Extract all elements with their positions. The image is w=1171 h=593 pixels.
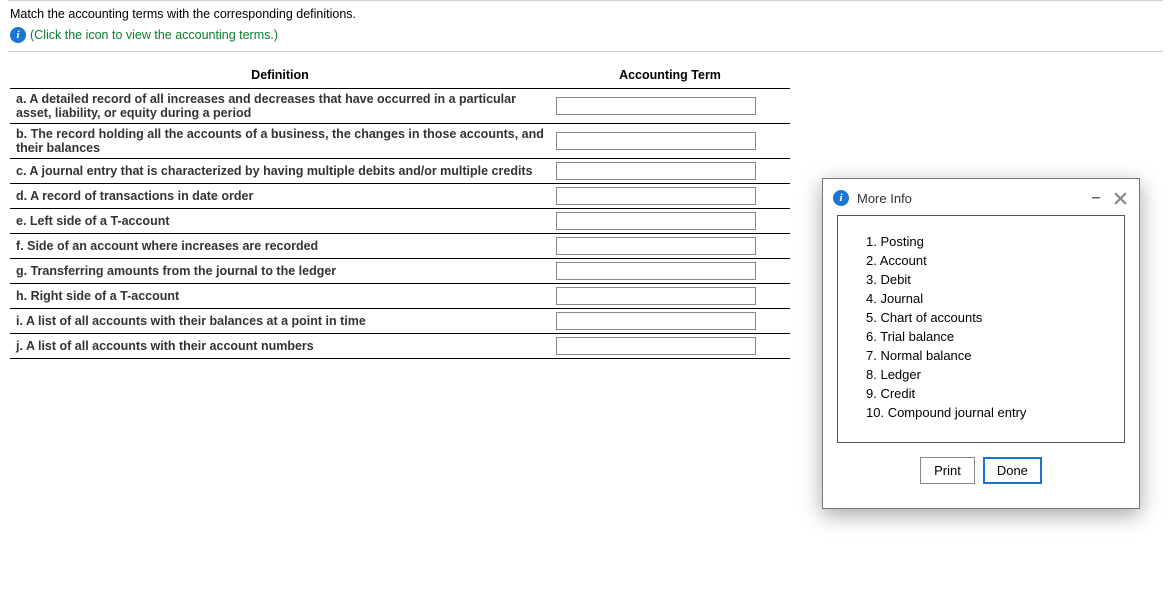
list-item: 2. Account (866, 251, 1096, 270)
term-input-c[interactable] (556, 162, 756, 180)
list-item: 6. Trial balance (866, 327, 1096, 346)
term-input-a[interactable] (556, 97, 756, 115)
instruction-text: Match the accounting terms with the corr… (10, 7, 1161, 21)
table-row: i. A list of all accounts with their bal… (10, 309, 790, 334)
definition-cell: d. A record of transactions in date orde… (10, 184, 550, 209)
definition-cell: e. Left side of a T-account (10, 209, 550, 234)
list-item: 3. Debit (866, 270, 1096, 289)
term-input-j[interactable] (556, 337, 756, 355)
definition-cell: i. A list of all accounts with their bal… (10, 309, 550, 334)
print-button[interactable]: Print (920, 457, 975, 484)
list-item: 1. Posting (866, 232, 1096, 251)
definition-cell: g. Transferring amounts from the journal… (10, 259, 550, 284)
hint-text[interactable]: (Click the icon to view the accounting t… (30, 28, 278, 42)
table-row: h. Right side of a T-account (10, 284, 790, 309)
table-row: g. Transferring amounts from the journal… (10, 259, 790, 284)
list-item: 8. Ledger (866, 365, 1096, 384)
definition-cell: b. The record holding all the accounts o… (10, 124, 550, 159)
matching-table: Definition Accounting Term a. A detailed… (10, 64, 790, 359)
terms-list: 1. Posting 2. Account 3. Debit 4. Journa… (866, 232, 1096, 422)
table-row: e. Left side of a T-account (10, 209, 790, 234)
list-item: 9. Credit (866, 384, 1096, 403)
close-button[interactable] (1111, 189, 1129, 207)
col-header-definition: Definition (10, 64, 550, 89)
table-row: b. The record holding all the accounts o… (10, 124, 790, 159)
table-row: a. A detailed record of all increases an… (10, 89, 790, 124)
table-row: j. A list of all accounts with their acc… (10, 334, 790, 359)
term-input-g[interactable] (556, 262, 756, 280)
info-icon[interactable]: i (10, 27, 26, 43)
list-item: 5. Chart of accounts (866, 308, 1096, 327)
table-row: c. A journal entry that is characterized… (10, 159, 790, 184)
term-input-e[interactable] (556, 212, 756, 230)
done-button[interactable]: Done (983, 457, 1042, 484)
info-icon: i (833, 190, 849, 206)
more-info-modal: i More Info – 1. Posting 2. Account 3. D… (822, 178, 1140, 509)
col-header-term: Accounting Term (550, 64, 790, 89)
list-item: 4. Journal (866, 289, 1096, 308)
definition-cell: a. A detailed record of all increases an… (10, 89, 550, 124)
term-input-i[interactable] (556, 312, 756, 330)
list-item: 10. Compound journal entry (866, 403, 1096, 422)
definition-cell: j. A list of all accounts with their acc… (10, 334, 550, 359)
table-row: d. A record of transactions in date orde… (10, 184, 790, 209)
definition-cell: c. A journal entry that is characterized… (10, 159, 550, 184)
term-input-h[interactable] (556, 287, 756, 305)
table-row: f. Side of an account where increases ar… (10, 234, 790, 259)
term-input-f[interactable] (556, 237, 756, 255)
modal-title: More Info (857, 191, 1081, 206)
close-icon (1114, 192, 1127, 205)
minimize-button[interactable]: – (1087, 189, 1105, 207)
list-item: 7. Normal balance (866, 346, 1096, 365)
definition-cell: h. Right side of a T-account (10, 284, 550, 309)
definition-cell: f. Side of an account where increases ar… (10, 234, 550, 259)
term-input-b[interactable] (556, 132, 756, 150)
term-input-d[interactable] (556, 187, 756, 205)
